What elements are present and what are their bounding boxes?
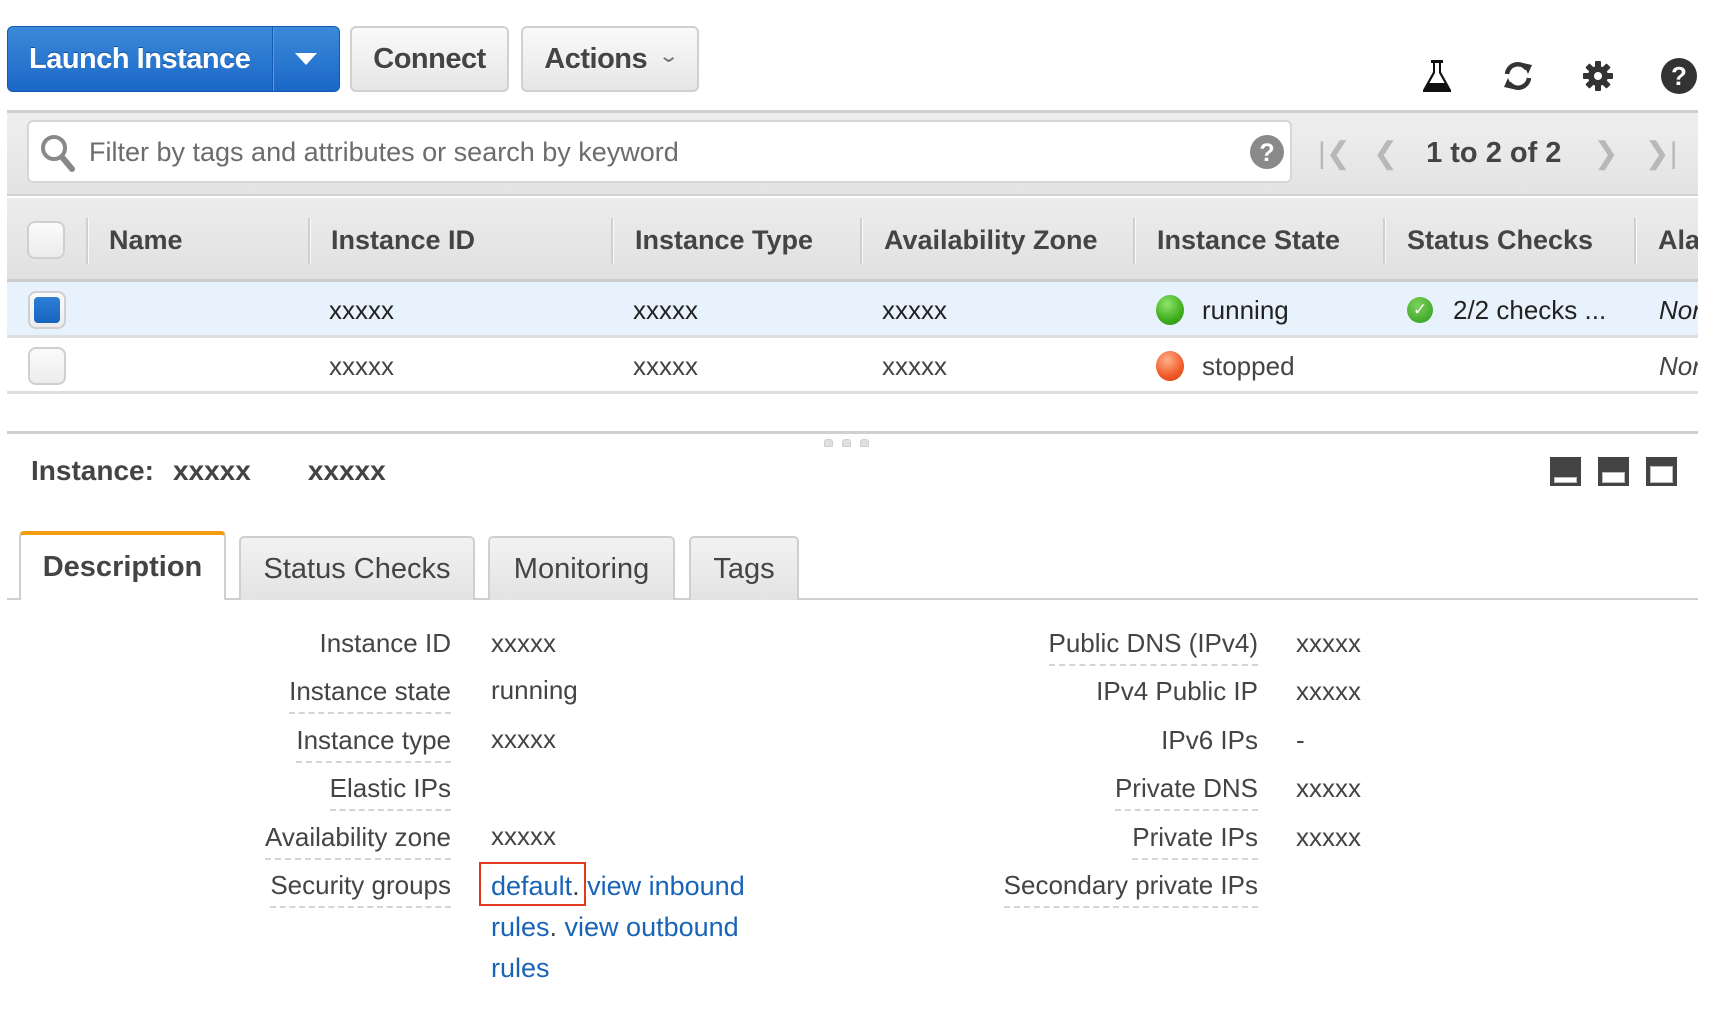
label-ipv4-public-ip: IPv4 Public IP <box>1096 676 1258 706</box>
select-all-checkbox[interactable] <box>27 221 65 259</box>
column-divider[interactable] <box>308 218 310 264</box>
column-header-alarm-status[interactable]: Ala <box>1658 198 1698 279</box>
flask-icon[interactable] <box>1417 56 1457 96</box>
running-status-dot-icon <box>1156 295 1184 325</box>
detail-title: Instance: xxxxx xxxxx <box>31 455 386 487</box>
tab-monitoring[interactable]: Monitoring <box>488 536 675 600</box>
launch-dropdown-toggle[interactable] <box>273 53 339 65</box>
help-icon[interactable]: ? <box>1659 56 1699 96</box>
column-divider[interactable] <box>611 218 613 264</box>
cell-instance-id: xxxxx <box>329 350 394 381</box>
label-availability-zone: Availability zone <box>265 822 451 860</box>
resize-handle[interactable] <box>824 439 869 447</box>
tab-tags[interactable]: Tags <box>689 536 799 600</box>
cell-instance-state: stopped <box>1156 338 1295 391</box>
cell-instance-type: xxxxx <box>633 350 698 381</box>
search-help-icon[interactable]: ? <box>1249 134 1285 170</box>
value-instance-state: running <box>491 675 578 705</box>
detail-instance-id: xxxxx <box>172 455 251 486</box>
gear-icon[interactable] <box>1578 56 1618 96</box>
status-checks-text: 2/2 checks ... <box>1453 294 1607 325</box>
column-header-status-checks[interactable]: Status Checks <box>1407 198 1593 279</box>
detail-title-label: Instance: <box>31 455 154 486</box>
panel-divider <box>7 431 1698 434</box>
column-header-instance-type[interactable]: Instance Type <box>635 198 813 279</box>
column-header-instance-id[interactable]: Instance ID <box>331 198 475 279</box>
value-ipv6-ips: - <box>1296 725 1305 755</box>
last-page-icon[interactable]: ❯| <box>1645 136 1678 171</box>
value-instance-id: xxxxx <box>491 628 556 658</box>
column-divider[interactable] <box>1634 218 1636 264</box>
cell-instance-type: xxxxx <box>633 294 698 325</box>
tab-status-checks[interactable]: Status Checks <box>239 536 475 600</box>
actions-button[interactable]: Actions ⌄ <box>521 26 699 92</box>
search-box[interactable]: ? <box>27 120 1292 183</box>
value-ipv4-public-ip: xxxxx <box>1296 676 1361 706</box>
value-instance-type: xxxxx <box>491 724 556 754</box>
cell-alarm-status: Nor <box>1659 350 1698 381</box>
detail-instance-name: xxxxx <box>307 455 386 486</box>
column-divider[interactable] <box>1133 218 1135 264</box>
row-checkbox[interactable] <box>28 347 66 385</box>
label-ipv6-ips: IPv6 IPs <box>1161 725 1258 755</box>
cell-availability-zone: xxxxx <box>882 350 947 381</box>
panel-small-icon[interactable] <box>1550 457 1581 486</box>
value-private-ips: xxxxx <box>1296 822 1361 852</box>
column-divider[interactable] <box>860 218 862 264</box>
caret-down-icon <box>295 53 317 65</box>
stopped-status-dot-icon <box>1156 351 1184 381</box>
prev-page-icon[interactable]: ❮ <box>1373 136 1398 171</box>
label-security-groups: Security groups <box>270 870 451 908</box>
launch-instance-button[interactable]: Launch Instance <box>7 26 340 92</box>
label-private-ips: Private IPs <box>1132 822 1258 860</box>
tab-description[interactable]: Description <box>19 531 226 602</box>
actions-label: Actions <box>544 42 648 75</box>
cell-alarm-status: Nor <box>1659 294 1698 325</box>
cell-instance-id: xxxxx <box>329 294 394 325</box>
state-text: running <box>1202 294 1289 325</box>
pagination-text: 1 to 2 of 2 <box>1426 136 1562 169</box>
svg-text:?: ? <box>1259 139 1274 167</box>
label-private-dns: Private DNS <box>1114 773 1258 811</box>
next-page-icon[interactable]: ❯ <box>1593 136 1618 171</box>
label-instance-id: Instance ID <box>319 628 451 658</box>
first-page-icon[interactable]: |❮ <box>1318 136 1351 171</box>
connect-label: Connect <box>373 42 486 75</box>
label-instance-type: Instance type <box>296 725 451 763</box>
panel-medium-icon[interactable] <box>1598 457 1629 486</box>
svg-text:?: ? <box>1671 61 1687 91</box>
label-public-dns: Public DNS (IPv4) <box>1048 628 1258 666</box>
chevron-down-icon: ⌄ <box>658 45 679 66</box>
table-header: Name Instance ID Instance Type Availabil… <box>7 198 1698 282</box>
cell-availability-zone: xxxxx <box>882 294 947 325</box>
label-elastic-ips: Elastic IPs <box>329 773 451 811</box>
value-availability-zone: xxxxx <box>491 821 556 851</box>
search-icon <box>41 135 75 172</box>
refresh-icon[interactable] <box>1498 56 1538 96</box>
column-divider <box>86 218 88 264</box>
column-header-availability-zone[interactable]: Availability Zone <box>884 198 1098 279</box>
column-divider[interactable] <box>1383 218 1385 264</box>
label-instance-state: Instance state <box>289 676 451 714</box>
panel-large-icon[interactable] <box>1646 457 1677 486</box>
search-input[interactable] <box>87 130 1207 174</box>
value-private-dns: xxxxx <box>1296 773 1361 803</box>
connect-button[interactable]: Connect <box>350 26 509 92</box>
column-header-name[interactable]: Name <box>109 198 183 279</box>
table-row[interactable]: xxxxx xxxxx xxxxx running ✓ 2/2 checks .… <box>7 282 1698 338</box>
check-passed-icon: ✓ <box>1407 297 1433 323</box>
cell-instance-state: running <box>1156 282 1289 335</box>
state-text: stopped <box>1202 350 1295 381</box>
label-secondary-private-ips: Secondary private IPs <box>1003 870 1258 908</box>
cell-status-checks: ✓ 2/2 checks ... <box>1407 282 1607 335</box>
value-public-dns: xxxxx <box>1296 628 1361 658</box>
highlight-box <box>479 862 586 906</box>
pagination: |❮ ❮ 1 to 2 of 2 ❯ ❯| <box>1318 130 1678 176</box>
row-checkbox[interactable] <box>28 291 66 329</box>
table-row[interactable]: xxxxx xxxxx xxxxx stopped Nor <box>7 338 1698 394</box>
column-header-instance-state[interactable]: Instance State <box>1157 198 1340 279</box>
launch-instance-label[interactable]: Launch Instance <box>8 43 272 76</box>
